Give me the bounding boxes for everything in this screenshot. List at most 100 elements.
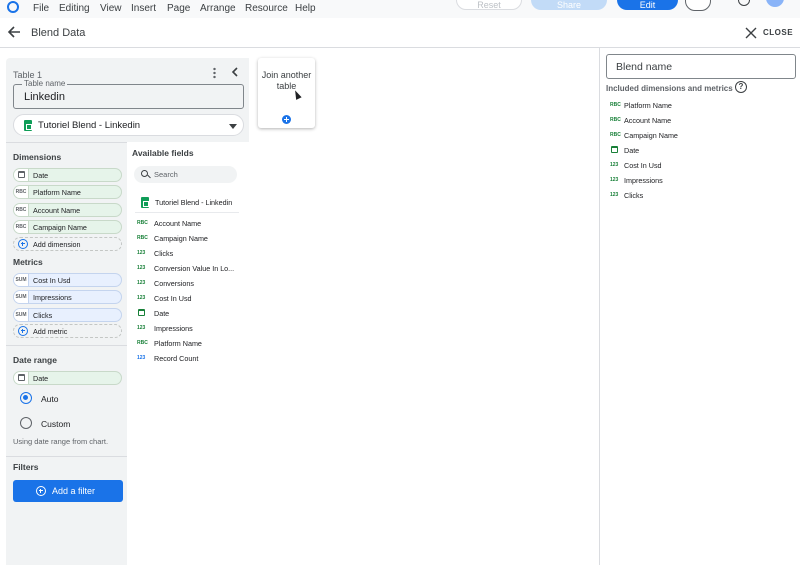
add-metric-button[interactable]: Add metric xyxy=(13,324,122,338)
divider xyxy=(6,456,127,457)
available-field-record-count[interactable]: 123 Record Count xyxy=(137,353,247,365)
close-button[interactable]: CLOSE xyxy=(763,28,793,37)
text-type-icon: RBC xyxy=(14,221,29,233)
field-name: Date xyxy=(154,309,170,318)
menu-view[interactable]: View xyxy=(100,3,122,14)
included-field-campaign-name: RBC Campaign Name xyxy=(610,130,790,142)
menu-arrange[interactable]: Arrange xyxy=(200,3,236,14)
back-arrow-icon[interactable] xyxy=(7,25,21,39)
add-circle-icon xyxy=(18,239,28,249)
data-source-select[interactable]: Tutoriel Blend - Linkedin xyxy=(13,114,244,136)
looker-studio-logo-icon[interactable] xyxy=(7,1,19,13)
add-metric-label: Add metric xyxy=(33,327,68,336)
reset-label: Reset xyxy=(477,0,501,10)
dimension-chip-date[interactable]: Date xyxy=(13,168,122,182)
data-source-name: Tutoriel Blend - Linkedin xyxy=(38,120,141,131)
available-field-account-name[interactable]: RBC Account Name xyxy=(137,218,247,230)
date-range-helper-text: Using date range from chart. xyxy=(13,437,109,446)
available-fields-heading: Available fields xyxy=(132,148,194,158)
table-name-value[interactable]: Linkedin xyxy=(24,91,65,103)
menu-help[interactable]: Help xyxy=(295,3,316,14)
text-type-icon: RBC xyxy=(137,235,148,241)
menu-page[interactable]: Page xyxy=(167,3,190,14)
included-field-impressions: 123 Impressions xyxy=(610,175,790,187)
radio-custom[interactable] xyxy=(20,417,32,429)
available-field-date[interactable]: Date xyxy=(137,308,247,320)
sum-aggregation-icon: SUM xyxy=(14,309,29,321)
dimension-chip-platform-name[interactable]: RBC Platform Name xyxy=(13,185,122,199)
chip-label: Cost In Usd xyxy=(33,276,71,285)
table-name-label: Table name xyxy=(22,79,68,88)
chip-label: Impressions xyxy=(33,293,72,302)
add-circle-icon[interactable] xyxy=(282,115,291,124)
avatar[interactable] xyxy=(766,0,784,7)
date-range-dimension-chip[interactable]: Date xyxy=(13,371,122,385)
menu-editing[interactable]: Editing xyxy=(59,3,90,14)
available-field-conversion-value[interactable]: 123 Conversion Value In Lo... xyxy=(137,263,247,275)
google-sheets-icon xyxy=(24,120,32,131)
add-dimension-button[interactable]: Add dimension xyxy=(13,237,122,251)
calendar-icon xyxy=(138,309,145,316)
available-fields-column: Available fields Search Tutoriel Blend -… xyxy=(127,142,249,565)
number-type-icon: 123 xyxy=(137,250,146,256)
number-type-icon: 123 xyxy=(610,192,619,198)
add-circle-icon xyxy=(18,326,28,336)
menu-insert[interactable]: Insert xyxy=(131,3,156,14)
number-type-icon: 123 xyxy=(137,325,146,331)
reset-button[interactable]: Reset xyxy=(456,0,522,10)
field-source-name: Tutoriel Blend - Linkedin xyxy=(155,198,233,207)
chevron-left-icon[interactable] xyxy=(230,67,240,77)
date-type-icon xyxy=(14,372,29,384)
metric-chip-clicks[interactable]: SUM Clicks xyxy=(13,308,122,322)
close-icon[interactable] xyxy=(745,27,757,39)
available-field-impressions[interactable]: 123 Impressions xyxy=(137,323,247,335)
field-name: Clicks xyxy=(624,191,644,200)
date-range-heading: Date range xyxy=(13,355,57,365)
field-name: Account Name xyxy=(154,219,202,228)
field-name: Platform Name xyxy=(154,339,202,348)
more-vert-icon[interactable] xyxy=(213,67,216,79)
text-type-icon: RBC xyxy=(610,132,621,138)
more-options-icon[interactable] xyxy=(685,0,711,11)
join-another-table-label: Join another table xyxy=(261,70,312,91)
dimensions-heading: Dimensions xyxy=(13,152,62,162)
share-button[interactable]: Share xyxy=(531,0,607,10)
help-circle-icon[interactable] xyxy=(738,0,750,6)
available-field-cost-in-usd[interactable]: 123 Cost In Usd xyxy=(137,293,247,305)
menu-resource[interactable]: Resource xyxy=(245,3,288,14)
blend-name-input[interactable]: Blend name xyxy=(606,54,796,79)
field-name: Cost In Usd xyxy=(624,161,662,170)
edit-button[interactable]: Edit xyxy=(617,0,678,10)
radio-auto-label[interactable]: Auto xyxy=(41,394,59,404)
metric-chip-cost-in-usd[interactable]: SUM Cost In Usd xyxy=(13,273,122,287)
field-name: Conversion Value In Lo... xyxy=(154,264,235,273)
number-type-icon: 123 xyxy=(137,355,146,361)
google-sheets-icon xyxy=(141,197,149,208)
edit-label: Edit xyxy=(639,0,656,10)
metrics-heading: Metrics xyxy=(13,257,43,267)
available-field-clicks[interactable]: 123 Clicks xyxy=(137,248,247,260)
join-another-table-card[interactable]: Join another table xyxy=(258,58,315,128)
field-name: Impressions xyxy=(624,176,663,185)
field-name: Conversions xyxy=(154,279,194,288)
dimension-chip-account-name[interactable]: RBC Account Name xyxy=(13,203,122,217)
available-field-conversions[interactable]: 123 Conversions xyxy=(137,278,247,290)
radio-auto[interactable] xyxy=(20,392,32,404)
table-name-field[interactable]: Table name Linkedin xyxy=(13,79,244,109)
blend-name-placeholder: Blend name xyxy=(616,61,673,73)
menu-file[interactable]: File xyxy=(33,3,49,14)
available-field-campaign-name[interactable]: RBC Campaign Name xyxy=(137,233,247,245)
radio-custom-label[interactable]: Custom xyxy=(41,419,70,429)
chip-label: Date xyxy=(33,374,49,383)
add-filter-button[interactable]: Add a filter xyxy=(13,480,123,502)
search-input[interactable]: Search xyxy=(134,166,237,183)
blend-settings-panel: Blend name Included dimensions and metri… xyxy=(599,48,800,565)
help-icon[interactable]: ? xyxy=(735,81,747,93)
add-filter-label: Add a filter xyxy=(52,486,96,496)
available-field-platform-name[interactable]: RBC Platform Name xyxy=(137,338,247,350)
menu-bar: File Editing View Insert Page Arrange Re… xyxy=(0,0,800,18)
table-panel: Table 1 Table name Linkedin Tutoriel Ble… xyxy=(6,58,249,565)
metric-chip-impressions[interactable]: SUM Impressions xyxy=(13,290,122,304)
dimension-chip-campaign-name[interactable]: RBC Campaign Name xyxy=(13,220,122,234)
search-icon xyxy=(141,170,148,177)
